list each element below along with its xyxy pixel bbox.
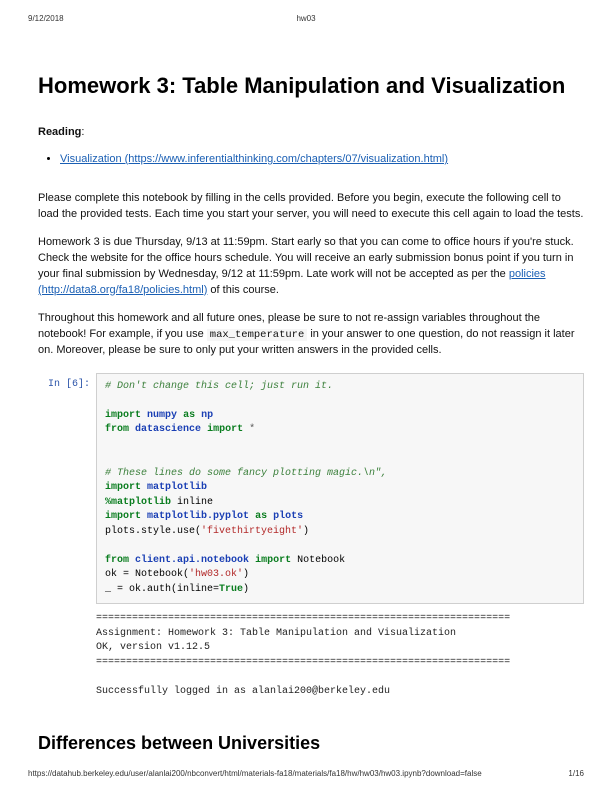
footer-page: 1/16 <box>568 769 584 778</box>
reading-link[interactable]: Visualization (https://www.inferentialth… <box>60 153 448 165</box>
section-heading: Differences between Universities <box>38 733 584 754</box>
print-header: 9/12/2018 hw03 <box>28 14 584 23</box>
code-input[interactable]: # Don't change this cell; just run it. i… <box>96 373 584 605</box>
print-footer: https://datahub.berkeley.edu/user/alanla… <box>28 769 584 778</box>
footer-url: https://datahub.berkeley.edu/user/alanla… <box>28 769 482 778</box>
header-title: hw03 <box>296 14 315 23</box>
input-prompt: In [6]: <box>38 373 96 605</box>
code-cell: In [6]: # Don't change this cell; just r… <box>38 373 584 605</box>
intro-paragraph-3: Throughout this homework and all future … <box>38 311 584 359</box>
page: 9/12/2018 hw03 Homework 3: Table Manipul… <box>0 0 612 792</box>
reading-label: Reading <box>38 126 81 138</box>
inline-code-max-temperature: max_temperature <box>207 329 308 341</box>
intro-paragraph-1: Please complete this notebook by filling… <box>38 191 584 223</box>
code-output: ========================================… <box>96 612 584 699</box>
page-title: Homework 3: Table Manipulation and Visua… <box>38 73 584 99</box>
reading-list: Visualization (https://www.inferentialth… <box>38 153 584 165</box>
reading-list-item: Visualization (https://www.inferentialth… <box>60 153 584 165</box>
intro-paragraph-2: Homework 3 is due Thursday, 9/13 at 11:5… <box>38 235 584 299</box>
header-date: 9/12/2018 <box>28 14 64 23</box>
reading-heading: Reading: <box>38 125 584 141</box>
